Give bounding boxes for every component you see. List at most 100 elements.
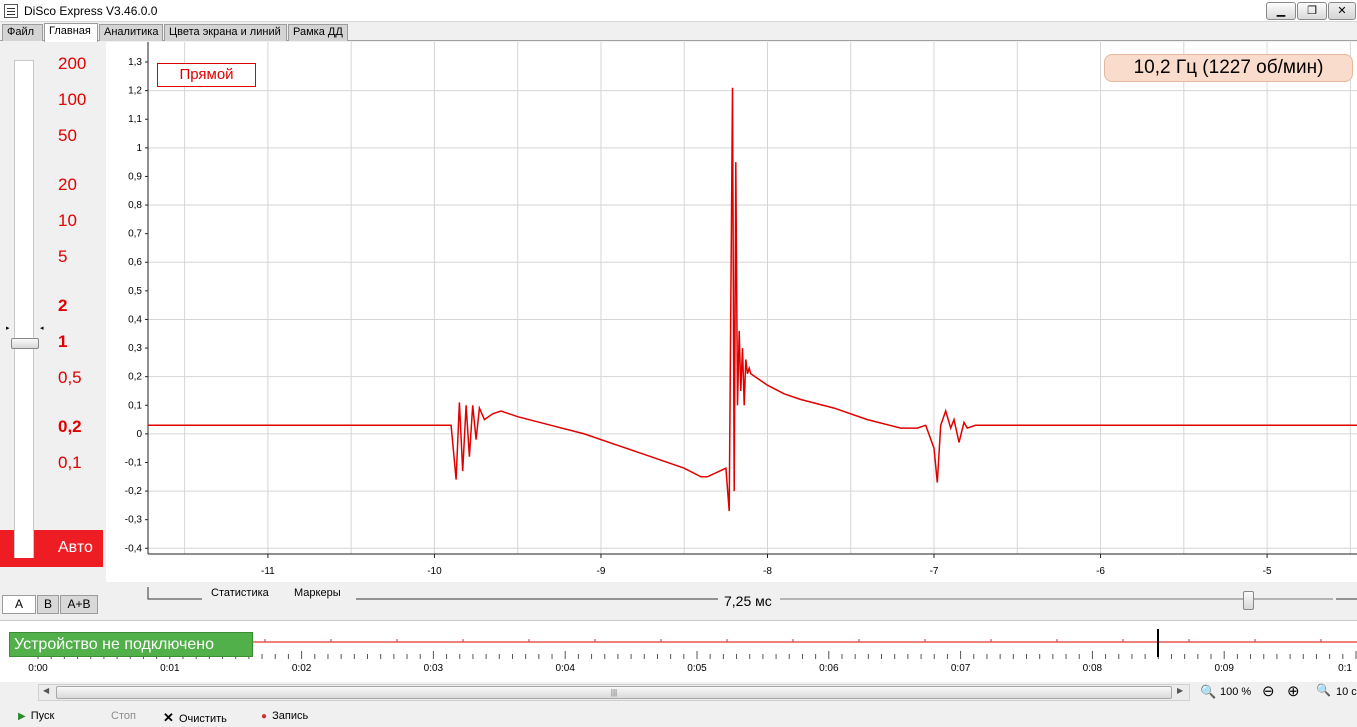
minimize-icon: ▁: [1276, 5, 1286, 17]
x-tick-label: -7: [930, 566, 939, 577]
auto-scale-button[interactable]: Авто: [0, 530, 103, 567]
auto-scale-label: Авто: [58, 539, 93, 556]
y-tick-label: -0,4: [125, 543, 143, 554]
timeline-tick-label: 0:03: [424, 663, 444, 674]
mode-indicator[interactable]: Прямой: [157, 63, 256, 87]
y-tick-label: 0,7: [128, 229, 142, 240]
time-scale-slider-thumb[interactable]: [1243, 591, 1254, 610]
channel-tab-a[interactable]: A: [2, 595, 36, 614]
ribbon-tabs: Файл Главная Аналитика Цвета экрана и ли…: [0, 23, 1357, 42]
timeline-tick-label: 0:09: [1214, 663, 1234, 674]
stop-label: Стоп: [111, 710, 136, 722]
timeline-tick-label: 0:04: [555, 663, 575, 674]
zoom-duration-icon[interactable]: 🔍: [1316, 683, 1331, 697]
record-label: Запись: [272, 710, 309, 722]
tab-main[interactable]: Главная: [44, 23, 98, 42]
timeline-tick-label: 0:00: [28, 663, 48, 674]
zoom-fit-icon[interactable]: 🔍: [1200, 684, 1216, 700]
scale-slider-thumb[interactable]: [11, 338, 39, 349]
recording-timeline[interactable]: 0:00 0:01 0:02 0:03 0:04 0:05 0:06 0:07 0:08 0:09…: [0, 620, 1357, 682]
maximize-icon: ❐: [1307, 5, 1317, 17]
scrollbar-thumb[interactable]: |||: [56, 686, 1172, 699]
y-tick-label: 1: [136, 143, 142, 154]
x-tick-label: -9: [597, 566, 606, 577]
scale-label-100[interactable]: 100: [58, 90, 86, 110]
tab-frame[interactable]: Рамка ДД: [288, 24, 348, 41]
close-icon: ✕: [1337, 5, 1347, 17]
timeline-tick-label: 0:1: [1338, 663, 1352, 674]
x-tick-label: -10: [427, 566, 442, 577]
tab-analytics[interactable]: Аналитика: [99, 24, 163, 41]
maximize-button[interactable]: ❐: [1297, 2, 1327, 20]
x-tick-label: -8: [763, 566, 772, 577]
y-tick-label: 0,4: [128, 314, 142, 325]
x-tick-label: -5: [1263, 566, 1272, 577]
window-title: DiSco Express V3.46.0.0: [24, 4, 158, 18]
markers-tab[interactable]: Маркеры: [294, 587, 341, 599]
zoom-in-icon[interactable]: ⊕: [1287, 682, 1300, 700]
clear-button[interactable]: ✕ Очистить: [163, 710, 227, 726]
scale-label-50[interactable]: 50: [58, 126, 77, 146]
app-icon: [4, 4, 18, 18]
scrollbar-grip: |||: [610, 688, 618, 697]
frequency-readout: 10,2 Гц (1227 об/мин): [1104, 54, 1353, 82]
timeline-scrollbar[interactable]: ◀ ||| ▶: [38, 684, 1190, 701]
x-tick-label: -11: [261, 566, 275, 577]
minimize-button[interactable]: ▁: [1266, 2, 1296, 20]
y-tick-label: 1,3: [128, 57, 142, 68]
y-tick-label: 0,6: [128, 257, 142, 268]
channel-tab-b[interactable]: B: [37, 595, 59, 614]
record-button[interactable]: ● Запись: [261, 710, 308, 722]
timeline-tick-label: 0:01: [160, 663, 180, 674]
scale-label-2[interactable]: 2: [58, 296, 67, 316]
scroll-right-icon[interactable]: ▶: [1177, 686, 1183, 695]
scroll-zoom-row: ◀ ||| ▶ 🔍 100 % ⊖ ⊕ 🔍 10 с: [0, 682, 1357, 704]
scroll-left-icon[interactable]: ◀: [43, 686, 49, 695]
signal-trace: [148, 87, 1357, 512]
record-icon: ●: [261, 711, 268, 722]
scale-label-200[interactable]: 200: [58, 54, 86, 74]
close-button[interactable]: ✕: [1328, 2, 1356, 20]
scale-label-0-2[interactable]: 0,2: [58, 417, 82, 437]
y-tick-label: -0,1: [125, 457, 143, 468]
zoom-out-icon[interactable]: ⊖: [1262, 682, 1275, 700]
scale-label-10[interactable]: 10: [58, 211, 77, 231]
zoom-level: 100 %: [1220, 686, 1252, 698]
connection-status-badge: Устройство не подключено: [9, 632, 253, 657]
scale-slider-track[interactable]: [14, 60, 34, 560]
y-tick-label: 0,9: [128, 171, 142, 182]
slider-right-marker-icon: ◂: [40, 325, 44, 332]
y-tick-label: 0,8: [128, 200, 142, 211]
slider-track-end: [14, 530, 34, 558]
zoom-duration: 10 с: [1336, 686, 1357, 698]
scale-label-0-5[interactable]: 0,5: [58, 368, 82, 388]
bottom-toolbar: ▶ Пуск Стоп ✕ Очистить ● Запись: [0, 705, 1357, 727]
stop-button[interactable]: Стоп: [111, 710, 136, 722]
statistics-tab[interactable]: Статистика: [211, 587, 269, 599]
timeline-tick-label: 0:07: [951, 663, 971, 674]
timeline-tick-label: 0:05: [687, 663, 707, 674]
channel-tab-a-plus-b[interactable]: A+B: [60, 595, 98, 614]
clear-label: Очистить: [178, 713, 227, 725]
statistics-strip: Статистика Маркеры 7,25 мс: [106, 582, 1357, 616]
title-bar: DiSco Express V3.46.0.0 ▁ ❐ ✕: [0, 0, 1357, 22]
scale-label-0-1[interactable]: 0,1: [58, 453, 82, 473]
scale-panel: ▸ ◂ 200 100 50 20 10 5 2 1 0,5 0,2 0,1 А…: [0, 42, 105, 597]
tab-file[interactable]: Файл: [2, 24, 43, 41]
timeline-tick-label: 0:02: [292, 663, 312, 674]
scale-label-20[interactable]: 20: [58, 175, 77, 195]
tab-colors[interactable]: Цвета экрана и линий: [164, 24, 287, 41]
play-button[interactable]: ▶ Пуск: [18, 710, 54, 722]
play-label: Пуск: [30, 710, 55, 722]
y-tick-label: -0,2: [125, 486, 143, 497]
y-tick-label: 1,2: [128, 86, 142, 97]
scale-label-1[interactable]: 1: [58, 332, 67, 352]
timeline-tick-label: 0:08: [1083, 663, 1103, 674]
play-icon: ▶: [18, 711, 26, 722]
y-tick-label: 0: [136, 429, 142, 440]
y-tick-label: 1,1: [128, 114, 142, 125]
oscilloscope-plot[interactable]: 1,3 1,2 1,1 1 0,9 0,8 0,7 0,6 0,5 0,4 0,3 0,2 0,1 0 -0…: [106, 42, 1357, 582]
timeline-tick-label: 0:06: [819, 663, 839, 674]
y-tick-label: -0,3: [125, 515, 143, 526]
scale-label-5[interactable]: 5: [58, 247, 67, 267]
